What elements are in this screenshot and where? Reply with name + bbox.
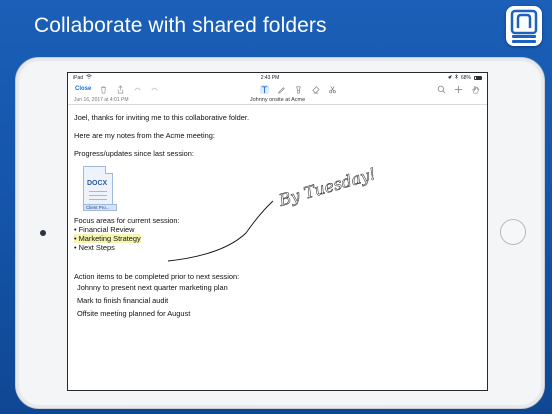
add-icon[interactable] [454, 85, 463, 94]
wifi-icon [86, 74, 92, 81]
notability-screen: iPad 2:43 PM 68% Close Jun 16, 2017 at 4… [67, 72, 488, 391]
action-item: Offsite meeting planned for August [77, 309, 191, 318]
trash-icon[interactable] [99, 85, 108, 94]
note-line: Joel, thanks for inviting me to this col… [74, 113, 250, 122]
eraser-tool-icon[interactable] [311, 85, 320, 94]
note-line: Here are my notes from the Acme meeting: [74, 131, 215, 140]
note-title[interactable]: Johnny onsite at Acme [68, 97, 487, 103]
focus-item-highlighted: • Marketing Strategy [74, 234, 487, 243]
redo-icon[interactable] [150, 85, 159, 94]
text-tool-icon[interactable] [259, 84, 269, 94]
note-body[interactable]: Joel, thanks for inviting me to this col… [68, 105, 487, 318]
highlighted-text: • Marketing Strategy [74, 234, 141, 243]
bluetooth-icon [454, 73, 458, 81]
action-header: Action items to be completed prior to ne… [74, 272, 240, 281]
device-label: iPad [73, 74, 84, 81]
notability-logo-icon [506, 6, 542, 46]
attachment-caption: Client Pro... [83, 204, 117, 211]
location-icon [447, 74, 452, 81]
focus-header: Focus areas for current session: [74, 216, 180, 225]
status-bar: iPad 2:43 PM 68% [68, 73, 487, 82]
ipad-frame: iPad 2:43 PM 68% Close Jun 16, 2017 at 4… [15, 57, 545, 409]
scissors-tool-icon[interactable] [328, 85, 337, 94]
highlighter-tool-icon[interactable] [294, 85, 303, 94]
note-line: Progress/updates since last session: [74, 149, 194, 158]
share-icon[interactable] [116, 84, 125, 94]
search-icon[interactable] [437, 85, 446, 94]
camera [40, 230, 46, 236]
battery-icon [474, 75, 482, 80]
hand-icon[interactable] [471, 85, 480, 94]
clock: 2:43 PM [260, 74, 280, 81]
pen-tool-icon[interactable] [277, 85, 286, 94]
docx-type-label: DOCX [87, 180, 108, 187]
focus-item: • Next Steps [74, 243, 115, 252]
docx-attachment[interactable]: DOCX Client Pro... [83, 166, 117, 212]
action-item: Mark to finish financial audit [77, 296, 169, 305]
undo-icon[interactable] [133, 85, 142, 94]
close-button[interactable]: Close [75, 86, 91, 92]
note-meta: Jun 16, 2017 at 4:01 PM Johnny onsite at… [68, 96, 487, 105]
action-item: Johnny to present next quarter marketing… [77, 283, 228, 292]
battery-percent: 68% [460, 74, 471, 81]
home-button[interactable] [500, 219, 526, 245]
headline: Collaborate with shared folders [34, 14, 327, 37]
focus-item: • Financial Review [74, 225, 135, 234]
document-icon: DOCX [83, 166, 113, 206]
toolbar: Close [68, 82, 487, 96]
